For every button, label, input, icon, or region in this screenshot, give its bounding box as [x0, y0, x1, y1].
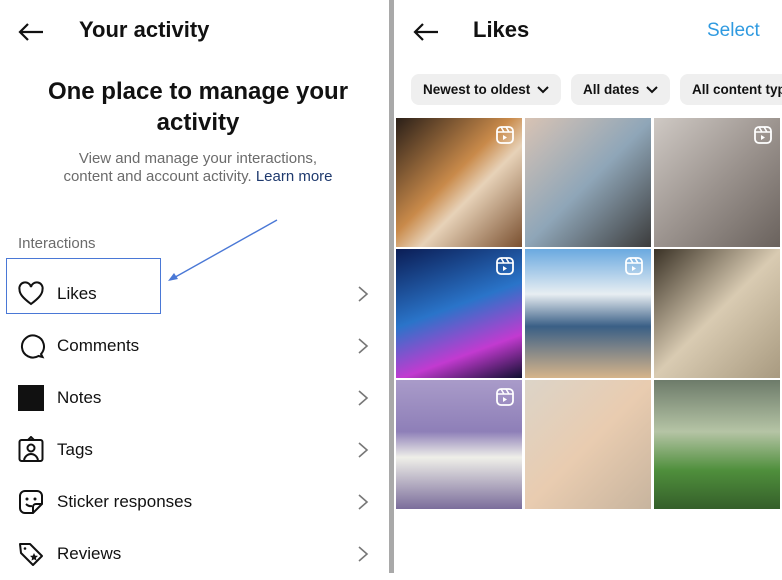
description: View and manage your interactions, conte… [60, 150, 336, 186]
back-arrow-icon[interactable] [412, 22, 440, 42]
comment-icon [21, 334, 45, 359]
liked-post-thumbnail[interactable] [396, 249, 522, 378]
item-reviews[interactable]: Reviews [0, 528, 389, 580]
chevron-down-icon [537, 85, 549, 93]
learn-more-link[interactable]: Learn more [256, 168, 333, 185]
liked-post-thumbnail[interactable] [525, 380, 651, 509]
chevron-right-icon [358, 546, 369, 562]
tag-person-icon [18, 436, 44, 462]
date-filter[interactable]: All dates [571, 74, 671, 105]
likes-highlight-box [6, 258, 161, 314]
reel-icon [496, 388, 514, 406]
item-label: Notes [57, 388, 102, 407]
back-arrow-icon[interactable] [17, 22, 45, 42]
sort-filter[interactable]: Newest to oldest [411, 74, 562, 105]
hero-heading: One place to manage your activity [47, 78, 349, 136]
page-title: Likes [473, 17, 530, 42]
chevron-right-icon [358, 494, 369, 510]
your-activity-panel: Your activity One place to manage your a… [0, 0, 389, 573]
chevron-right-icon [358, 442, 369, 458]
liked-post-thumbnail[interactable] [654, 249, 780, 378]
chip-label: All dates [583, 82, 640, 97]
annotation-arrow [168, 219, 278, 281]
liked-post-thumbnail[interactable] [396, 118, 522, 247]
item-label: Tags [57, 440, 93, 459]
reel-icon [625, 257, 643, 275]
chevron-right-icon [358, 338, 369, 354]
item-notes[interactable]: Notes [0, 372, 389, 424]
chip-label: Newest to oldest [423, 82, 531, 97]
content-type-filter[interactable]: All content typ [680, 74, 782, 105]
reel-icon [496, 126, 514, 144]
item-label: Comments [57, 336, 140, 355]
review-tag-icon [19, 543, 43, 566]
chevron-right-icon [358, 390, 369, 406]
reel-icon [754, 126, 772, 144]
item-comments[interactable]: Comments [0, 320, 389, 372]
liked-post-thumbnail[interactable] [654, 118, 780, 247]
section-label: Interactions [18, 235, 96, 252]
chevron-down-icon [646, 85, 658, 93]
select-button[interactable]: Select [707, 20, 760, 42]
liked-post-thumbnail[interactable] [525, 118, 651, 247]
item-label: Reviews [57, 544, 122, 563]
chevron-right-icon [358, 286, 369, 302]
item-sticker-responses[interactable]: Sticker responses [0, 476, 389, 528]
page-title: Your activity [79, 17, 210, 42]
liked-post-thumbnail[interactable] [396, 380, 522, 509]
item-tags[interactable]: Tags [0, 424, 389, 476]
liked-post-thumbnail[interactable] [525, 249, 651, 378]
liked-post-thumbnail[interactable] [654, 380, 780, 509]
item-label: Sticker responses [57, 492, 193, 511]
chip-label: All content typ [692, 82, 782, 97]
reel-icon [496, 257, 514, 275]
likes-panel: Likes Select Newest to oldest All dates … [394, 0, 782, 573]
sticker-icon [19, 490, 43, 514]
notes-icon [18, 385, 44, 411]
